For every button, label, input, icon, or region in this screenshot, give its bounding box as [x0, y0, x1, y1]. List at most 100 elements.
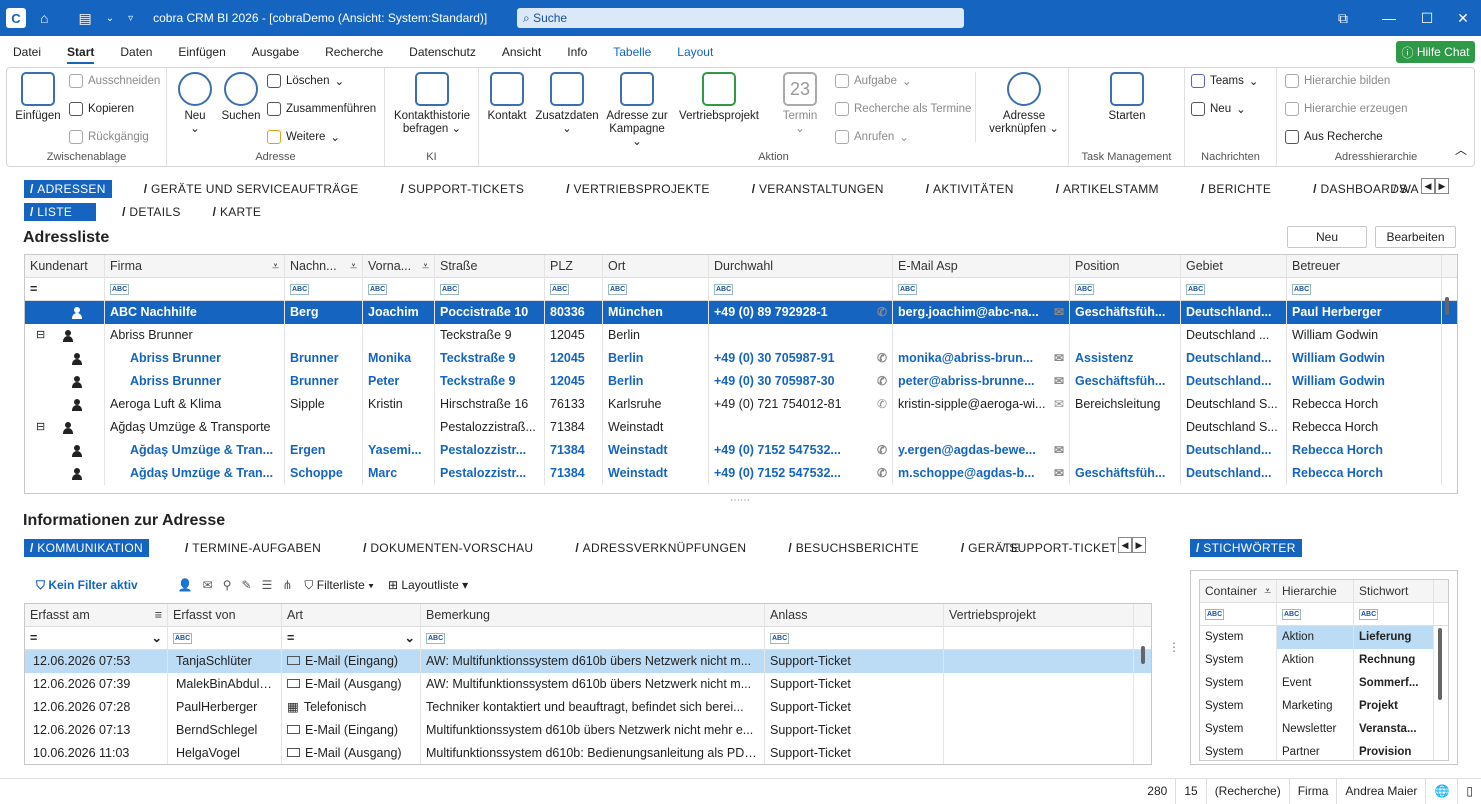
col-plz[interactable]: PLZ: [545, 255, 603, 278]
rueckgaengig-button[interactable]: Rückgängig: [69, 130, 149, 144]
tab-liste[interactable]: LISTE: [24, 203, 97, 221]
aus-recherche-button[interactable]: Aus Recherche: [1285, 130, 1383, 144]
filter-firma[interactable]: ABC: [105, 277, 285, 301]
filter-nachname[interactable]: ABC: [285, 277, 363, 301]
table-row[interactable]: 12.06.2026 07:13 BerndSchlegel E-Mail (Ein…: [25, 719, 1151, 742]
tab-dokumenten-vorschau[interactable]: DOKUMENTEN-VORSCHAU: [357, 539, 539, 557]
list-item[interactable]: System Newsletter Veransta...: [1200, 718, 1448, 741]
tab-adressen[interactable]: ADRESSEN: [24, 180, 112, 198]
app-logo-icon[interactable]: C: [6, 8, 26, 28]
table-row[interactable]: Aeroga Luft & Klima Sipple Kristin Hirschst…: [25, 393, 1457, 416]
search-box[interactable]: ⌕ Suche: [517, 8, 964, 28]
adresse-kampagne-button[interactable]: Adresse zur Kampagne ⌄: [603, 72, 671, 149]
filter-hierarchie[interactable]: ABC: [1277, 602, 1354, 626]
filter-gebiet[interactable]: ABC: [1181, 277, 1287, 301]
layoutliste-button[interactable]: ⊞ Layoutliste ▾: [388, 578, 468, 592]
neu-adresse-button[interactable]: Neu ⌄: [175, 72, 215, 136]
anrufen-button[interactable]: Anrufen ⌄: [835, 130, 909, 144]
phone-icon[interactable]: ✆: [877, 462, 887, 485]
mail-icon[interactable]: ✉: [1054, 462, 1064, 485]
globe-icon[interactable]: 🌐: [1425, 778, 1457, 804]
address-grid-scrollbar[interactable]: [1445, 297, 1449, 315]
mail-icon[interactable]: ✉: [1054, 393, 1064, 416]
table-row[interactable]: 12.06.2026 07:28 PaulHerberger ▦ Telefonisc…: [25, 696, 1151, 719]
filter-erfasst-am[interactable]: = ⌄: [25, 626, 168, 650]
teams-button[interactable]: Teams ⌄: [1191, 74, 1259, 88]
zusatzdaten-button[interactable]: Zusatzdaten ⌄: [533, 72, 601, 136]
tab-support-tickets-info[interactable]: / SUPPORT-TICKETS: [1002, 539, 1116, 557]
tab-geraete[interactable]: GERÄTE UND SERVICEAUFTRÄGE: [138, 180, 365, 198]
home-icon[interactable]: ⌂: [40, 10, 48, 26]
col-erfasst-am[interactable]: Erfasst am ≡: [25, 604, 168, 627]
table-row[interactable]: Ağdaş Umzüge & Tran... Ergen Yasemi... Pest…: [25, 439, 1457, 462]
phone-icon[interactable]: ✆: [877, 347, 887, 370]
mail-icon[interactable]: ✉: [203, 578, 213, 592]
table-row[interactable]: ⊟ Abriss Brunner Teckstraße 9 12045 Berlin De…: [25, 324, 1457, 347]
col-vertriebsprojekt[interactable]: Vertriebsprojekt: [944, 604, 1134, 627]
hilfe-chat-button[interactable]: ⓘ Hilfe Chat: [1396, 41, 1475, 63]
col-strasse[interactable]: Straße: [435, 255, 545, 278]
filter-kundenart[interactable]: =: [25, 277, 105, 301]
vertriebsprojekt-button[interactable]: Vertriebsprojekt: [677, 72, 761, 123]
table-row[interactable]: 12.06.2026 07:53 TanjaSchlüter E-Mail (Ein…: [25, 650, 1151, 673]
menu-daten[interactable]: Daten: [107, 45, 165, 59]
mail-icon[interactable]: ✉: [1054, 347, 1064, 370]
phone-icon[interactable]: ✆: [877, 393, 887, 416]
recherche-termine-button[interactable]: Recherche als Termine: [835, 102, 971, 116]
kontakthistorie-button[interactable]: Kontakthistorie befragen ⌄: [389, 72, 475, 136]
menu-start[interactable]: Start: [54, 45, 107, 64]
kommunikation-scrollbar[interactable]: [1141, 646, 1145, 664]
zusammenfuehren-button[interactable]: Zusammenführen: [267, 102, 376, 116]
status-recherche[interactable]: (Recherche): [1205, 778, 1289, 804]
customize-toolbar-icon[interactable]: ▿: [128, 13, 133, 24]
col-vorname[interactable]: Vorna... ⩡: [363, 255, 435, 278]
splitter-handle[interactable]: ⋯⋯: [730, 495, 750, 506]
list-item[interactable]: System Event Sommerf...: [1200, 672, 1448, 695]
menu-ausgabe[interactable]: Ausgabe: [239, 45, 312, 59]
collapse-icon[interactable]: ⊟: [36, 324, 45, 347]
col-erfasst-von[interactable]: Erfasst von: [168, 604, 282, 627]
filter-erfasst-von[interactable]: ABC: [168, 626, 282, 650]
menu-tabelle[interactable]: Tabelle: [600, 45, 664, 59]
col-art[interactable]: Art: [282, 604, 421, 627]
restore-layout-icon[interactable]: ⧉: [1320, 0, 1366, 36]
phone-icon[interactable]: ✆: [877, 301, 887, 324]
menu-ansicht[interactable]: Ansicht: [489, 45, 554, 59]
filter-bemerkung[interactable]: ABC: [421, 626, 765, 650]
mail-icon[interactable]: ✉: [1054, 301, 1064, 324]
vertical-splitter-icon[interactable]: ⋮: [1168, 640, 1180, 654]
collapse-icon[interactable]: ⊟: [36, 416, 45, 439]
list-item[interactable]: System Aktion Rechnung: [1200, 649, 1448, 672]
tab-termine-aufgaben[interactable]: TERMINE-AUFGABEN: [179, 539, 327, 557]
tab-besuchsberichte[interactable]: BESUCHSBERICHTE: [782, 539, 924, 557]
mail-icon[interactable]: ✉: [1054, 439, 1064, 462]
ausschneiden-button[interactable]: Ausschneiden: [69, 74, 160, 88]
tab-adressverknuepfungen[interactable]: ADRESSVERKNÜPFUNGEN: [569, 539, 752, 557]
neu-nachricht-button[interactable]: Neu ⌄: [1191, 102, 1246, 116]
kopieren-button[interactable]: Kopieren: [69, 102, 134, 116]
neu-button[interactable]: Neu: [1287, 226, 1367, 248]
filter-betreuer[interactable]: ABC: [1287, 277, 1442, 301]
tab-veranstaltungen[interactable]: VERANSTALTUNGEN: [746, 180, 890, 198]
info-tabs-next-icon[interactable]: ▶: [1132, 537, 1146, 553]
table-row[interactable]: ABC Nachhilfe Berg Joachim Poccistraße 10 80…: [25, 301, 1457, 324]
bearbeiten-button[interactable]: Bearbeiten: [1375, 226, 1456, 248]
tab-kommunikation[interactable]: KOMMUNIKATION: [24, 539, 149, 557]
col-anlass[interactable]: Anlass: [765, 604, 944, 627]
weitere-button[interactable]: Weitere ⌄: [267, 130, 340, 144]
hierarchie-erzeugen-button[interactable]: Hierarchie erzeugen: [1285, 102, 1408, 116]
tab-berichte[interactable]: BERICHTE: [1195, 180, 1277, 198]
tab-artikelstamm[interactable]: ARTIKELSTAMM: [1050, 180, 1165, 198]
tab-details[interactable]: DETAILS: [116, 203, 187, 221]
info-tabs-prev-icon[interactable]: ◀: [1118, 537, 1132, 553]
col-email[interactable]: E-Mail Asp: [893, 255, 1070, 278]
filter-position[interactable]: ABC: [1070, 277, 1181, 301]
tab-aktivitaeten[interactable]: AKTIVITÄTEN: [920, 180, 1020, 198]
suchen-button[interactable]: Suchen: [219, 72, 263, 123]
table-row[interactable]: Abriss Brunner Brunner Peter Teckstraße 9 12…: [25, 370, 1457, 393]
col-position[interactable]: Position: [1070, 255, 1181, 278]
tab-vertriebsprojekte[interactable]: VERTRIEBSPROJEKTE: [560, 180, 716, 198]
filter-stichwort[interactable]: ABC: [1354, 602, 1434, 626]
tab-support-tickets[interactable]: SUPPORT-TICKETS: [395, 180, 531, 198]
filter-email[interactable]: ABC: [893, 277, 1070, 301]
